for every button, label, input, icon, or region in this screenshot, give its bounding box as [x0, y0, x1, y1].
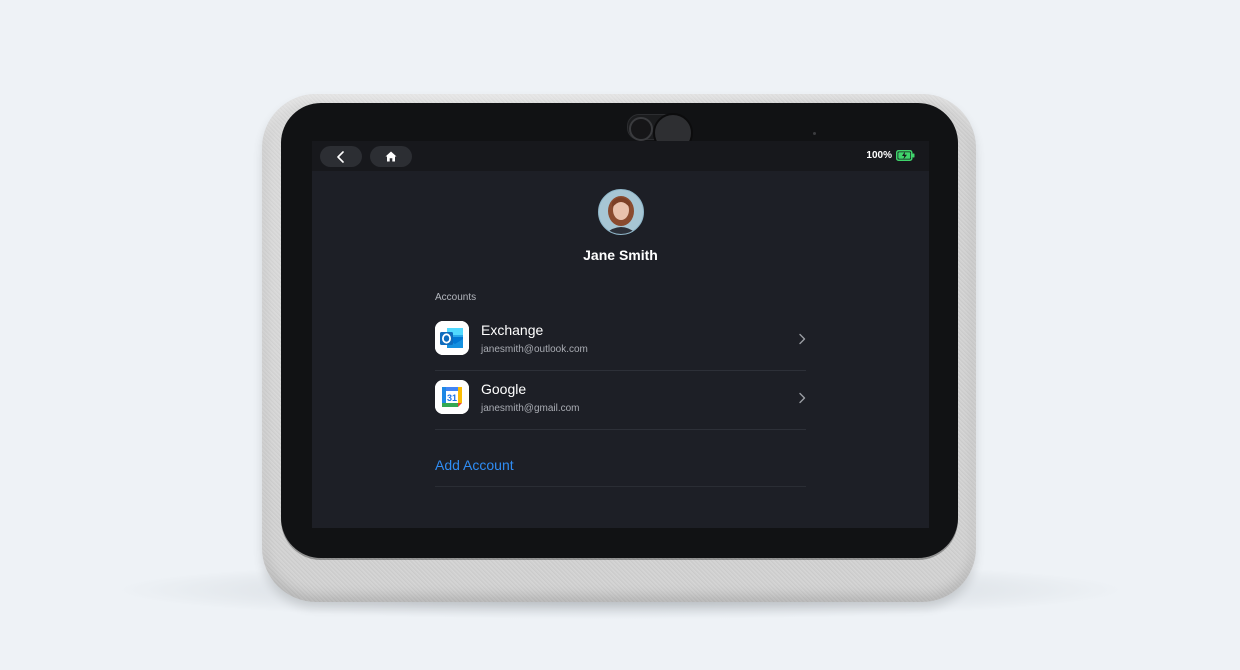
- account-provider-name: Exchange: [481, 322, 544, 338]
- ambient-sensor: [813, 132, 816, 135]
- home-icon: [385, 151, 397, 162]
- accounts-section-label: Accounts: [435, 292, 477, 303]
- account-row-exchange[interactable]: Exchange janesmith@outlook.com: [435, 312, 806, 371]
- chevron-left-icon: [337, 150, 344, 163]
- screen: 100% Jane Smith Accounts Exchange janesm…: [312, 141, 929, 528]
- back-button[interactable]: [320, 146, 362, 167]
- chevron-right-icon: [799, 333, 806, 345]
- screen-bezel: 100% Jane Smith Accounts Exchange janesm…: [281, 103, 958, 558]
- profile-photo: [598, 190, 643, 234]
- status-area: 100%: [866, 150, 915, 161]
- add-account-label: Add Account: [435, 457, 514, 473]
- account-row-google[interactable]: 31 Google janesmith@gmail.com: [435, 371, 806, 430]
- google-calendar-icon: 31: [435, 380, 469, 414]
- calendar-date-text: 31: [447, 393, 457, 403]
- profile-header: Jane Smith: [312, 189, 929, 263]
- camera-shutter-icon: [629, 117, 653, 141]
- account-provider-name: Google: [481, 381, 527, 397]
- top-bar: 100%: [312, 141, 929, 171]
- account-email: janesmith@gmail.com: [481, 403, 580, 414]
- outlook-icon: [435, 321, 469, 355]
- battery-percentage: 100%: [866, 150, 892, 161]
- home-button[interactable]: [370, 146, 412, 167]
- smart-display-device: 100% Jane Smith Accounts Exchange janesm…: [262, 94, 976, 602]
- add-account-button[interactable]: Add Account: [435, 431, 806, 487]
- battery-charging-icon: [896, 150, 915, 161]
- chevron-right-icon: [799, 392, 806, 404]
- user-name: Jane Smith: [583, 247, 658, 263]
- account-email: janesmith@outlook.com: [481, 344, 588, 355]
- avatar[interactable]: [597, 189, 644, 235]
